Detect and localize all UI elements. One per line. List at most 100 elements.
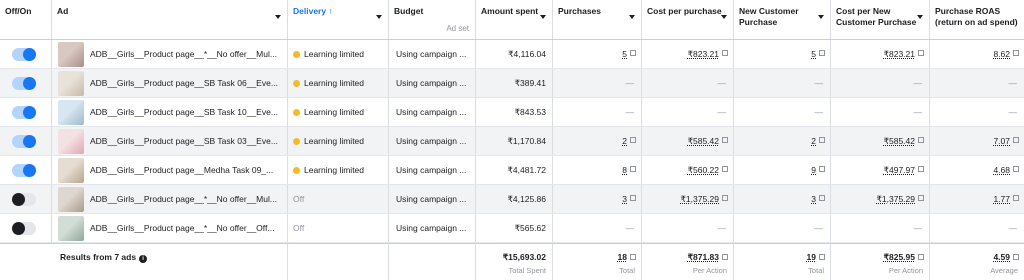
amount-cell: ₹1,170.84 xyxy=(476,127,553,155)
cpncp-cell: ₹1,375.29 xyxy=(831,185,930,213)
ad-toggle[interactable] xyxy=(12,48,36,61)
purchases-value[interactable]: 5 xyxy=(622,49,627,59)
ad-name[interactable]: ADB__Girls__Product page__Medha Task 09_… xyxy=(90,165,280,175)
table-row[interactable]: ADB__Girls__Product page__SB Task 10__Ev… xyxy=(0,98,1024,127)
amount-spent: ₹389.41 xyxy=(514,78,546,88)
ad-cell[interactable]: ADB__Girls__Product page__*__No offer__O… xyxy=(52,214,288,242)
info-icon xyxy=(918,195,924,201)
total-purchase-roas[interactable]: 4.59 xyxy=(993,252,1010,262)
col-header-new-customer-purchase[interactable]: New Customer Purchase xyxy=(734,0,831,39)
new-customer-purchase-value: — xyxy=(814,223,824,233)
delivery-status: Learning limited xyxy=(293,49,364,59)
caret-down-icon[interactable] xyxy=(376,15,382,19)
amount-cell: ₹4,481.72 xyxy=(476,156,553,184)
ad-name[interactable]: ADB__Girls__Product page__*__No offer__M… xyxy=(90,49,280,59)
purchases-cell: 5 xyxy=(553,40,642,68)
col-header-ad[interactable]: Ad xyxy=(52,0,288,39)
totals-roas-cell: 4.59 Average xyxy=(930,244,1024,280)
col-label: Ad xyxy=(57,6,69,16)
totals-purchases-cell: 18 Total xyxy=(553,244,642,280)
delivery-cell: Off xyxy=(288,185,389,213)
cost-per-new-customer-value[interactable]: ₹585.42 xyxy=(884,136,915,147)
ad-name[interactable]: ADB__Girls__Product page__SB Task 06__Ev… xyxy=(90,78,280,88)
roas-cell: 7.07 xyxy=(930,127,1024,155)
budget-cell: Using campaign ... xyxy=(389,40,476,68)
cost-per-new-customer-value[interactable]: ₹823.21 xyxy=(884,49,915,60)
new-customer-purchase-value[interactable]: 3 xyxy=(811,194,816,204)
total-cost-per-new-customer[interactable]: ₹825.95 xyxy=(884,252,915,263)
total-new-customer-purchase[interactable]: 19 xyxy=(807,252,816,262)
info-icon xyxy=(722,50,728,56)
ad-toggle[interactable] xyxy=(12,77,36,90)
ad-name[interactable]: ADB__Girls__Product page__SB Task 10__Ev… xyxy=(90,107,280,117)
new-customer-purchase-value[interactable]: 5 xyxy=(811,49,816,59)
purchase-roas-value[interactable]: 7.07 xyxy=(993,136,1010,146)
table-row[interactable]: ADB__Girls__Product page__Medha Task 09_… xyxy=(0,156,1024,185)
purchases-value[interactable]: 2 xyxy=(622,136,627,146)
info-circle-icon[interactable]: i xyxy=(139,255,148,263)
cpncp-cell: ₹585.42 xyxy=(831,127,930,155)
ad-cell[interactable]: ADB__Girls__Product page__*__No offer__M… xyxy=(52,185,288,213)
table-row[interactable]: ADB__Girls__Product page__*__No offer__M… xyxy=(0,40,1024,69)
purchase-roas-value[interactable]: 8.62 xyxy=(993,49,1010,59)
caret-down-icon[interactable] xyxy=(818,15,824,19)
status-dot-icon xyxy=(293,138,300,145)
ad-name[interactable]: ADB__Girls__Product page__*__No offer__M… xyxy=(90,194,280,204)
info-icon xyxy=(1013,137,1019,143)
cost-per-new-customer-value[interactable]: ₹1,375.29 xyxy=(877,194,916,205)
status-dot-icon xyxy=(293,109,300,116)
delivery-cell: Learning limited xyxy=(288,40,389,68)
table-row[interactable]: ADB__Girls__Product page__*__No offer__O… xyxy=(0,214,1024,243)
cost-per-purchase-value[interactable]: ₹1,375.29 xyxy=(681,194,720,205)
new-customer-purchase-value: — xyxy=(814,78,824,88)
cost-per-new-customer-value[interactable]: ₹497.97 xyxy=(884,165,915,176)
caret-down-icon[interactable] xyxy=(917,15,923,19)
ad-toggle[interactable] xyxy=(12,135,36,148)
table-row[interactable]: ADB__Girls__Product page__SB Task 06__Ev… xyxy=(0,69,1024,98)
col-header-cost-per-purchase[interactable]: Cost per purchase xyxy=(642,0,734,39)
col-header-amount-spent[interactable]: Amount spent xyxy=(476,0,553,39)
ad-cell[interactable]: ADB__Girls__Product page__Medha Task 09_… xyxy=(52,156,288,184)
total-cost-per-purchase[interactable]: ₹871.83 xyxy=(688,252,719,263)
table-row[interactable]: ADB__Girls__Product page__*__No offer__M… xyxy=(0,185,1024,214)
col-label: Purchases xyxy=(558,6,601,16)
col-header-delivery[interactable]: Delivery ↑ xyxy=(288,0,389,39)
ad-toggle[interactable] xyxy=(12,106,36,119)
ad-name[interactable]: ADB__Girls__Product page__*__No offer__O… xyxy=(90,223,280,233)
purchases-value[interactable]: 8 xyxy=(622,165,627,175)
cost-per-purchase-value[interactable]: ₹585.42 xyxy=(688,136,719,147)
ad-name[interactable]: ADB__Girls__Product page__SB Task 03__Ev… xyxy=(90,136,280,146)
cost-per-purchase-value[interactable]: ₹823.21 xyxy=(688,49,719,60)
ad-cell[interactable]: ADB__Girls__Product page__SB Task 03__Ev… xyxy=(52,127,288,155)
new-customer-purchase-value[interactable]: 9 xyxy=(811,165,816,175)
table-row[interactable]: ADB__Girls__Product page__SB Task 03__Ev… xyxy=(0,127,1024,156)
ad-cell[interactable]: ADB__Girls__Product page__*__No offer__M… xyxy=(52,40,288,68)
purchases-value[interactable]: 3 xyxy=(622,194,627,204)
col-label: Cost per New Customer Purchase xyxy=(836,6,917,27)
new-customer-purchase-value[interactable]: 2 xyxy=(811,136,816,146)
ad-toggle[interactable] xyxy=(12,164,36,177)
info-icon xyxy=(630,50,636,56)
col-header-purchase-roas[interactable]: Purchase ROAS (return on ad spend) xyxy=(930,0,1024,39)
purchase-roas-value[interactable]: 4.68 xyxy=(993,165,1010,175)
cpncp-cell: — xyxy=(831,214,930,242)
col-header-budget[interactable]: Budget Ad set xyxy=(389,0,476,39)
total-purchases[interactable]: 18 xyxy=(618,252,627,262)
col-header-purchases[interactable]: Purchases xyxy=(553,0,642,39)
caret-down-icon[interactable] xyxy=(540,15,546,19)
budget-value: Using campaign ... xyxy=(396,107,467,117)
ad-toggle[interactable] xyxy=(12,222,36,235)
caret-down-icon[interactable] xyxy=(275,15,281,19)
ad-cell[interactable]: ADB__Girls__Product page__SB Task 10__Ev… xyxy=(52,98,288,126)
col-header-cost-per-new-customer[interactable]: Cost per New Customer Purchase xyxy=(831,0,930,39)
amount-spent: ₹843.53 xyxy=(514,107,546,117)
ad-cell[interactable]: ADB__Girls__Product page__SB Task 06__Ev… xyxy=(52,69,288,97)
cost-per-purchase-value[interactable]: ₹560.22 xyxy=(688,165,719,176)
purchase-roas-value[interactable]: 1.77 xyxy=(993,194,1010,204)
info-icon xyxy=(819,166,825,172)
info-icon xyxy=(1013,166,1019,172)
status-dot-icon xyxy=(293,80,300,87)
ad-toggle[interactable] xyxy=(12,193,36,206)
caret-down-icon[interactable] xyxy=(629,15,635,19)
caret-down-icon[interactable] xyxy=(721,15,727,19)
